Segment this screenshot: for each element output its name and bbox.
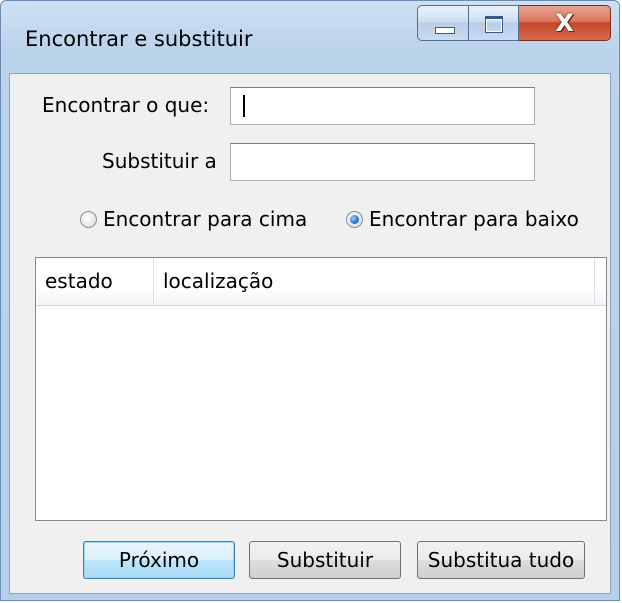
find-down-radio[interactable]: Encontrar para baixo (346, 207, 579, 231)
text-caret (243, 95, 245, 117)
maximize-icon (485, 16, 503, 33)
radio-checked-icon (346, 210, 363, 228)
title-bar[interactable]: Encontrar e substituir X (1, 1, 619, 73)
column-header-estado[interactable]: estado (36, 258, 154, 305)
find-input[interactable] (230, 87, 535, 125)
column-header-localizacao[interactable]: localização (154, 258, 595, 305)
results-list[interactable]: estado localização (35, 257, 607, 521)
window-title: Encontrar e substituir (25, 27, 253, 51)
find-down-label: Encontrar para baixo (369, 207, 579, 231)
dialog-body: Encontrar o que: Substituir a Encontrar … (9, 73, 611, 594)
replace-input[interactable] (230, 143, 535, 181)
next-button[interactable]: Próximo (83, 541, 235, 579)
radio-unchecked-icon (80, 210, 97, 228)
find-up-label: Encontrar para cima (103, 207, 308, 231)
close-button[interactable]: X (519, 5, 611, 41)
find-replace-window: Encontrar e substituir X Encontrar o que… (0, 0, 620, 601)
minimize-icon (435, 27, 455, 34)
find-label: Encontrar o que: (42, 93, 210, 117)
results-list-header: estado localização (36, 258, 606, 306)
maximize-button[interactable] (469, 5, 519, 41)
replace-label: Substituir a (102, 149, 217, 173)
minimize-button[interactable] (417, 5, 469, 41)
replace-button[interactable]: Substituir (249, 541, 401, 579)
close-icon: X (555, 9, 574, 37)
replace-all-button[interactable]: Substitua tudo (417, 541, 585, 579)
caption-buttons: X (417, 5, 611, 41)
find-up-radio[interactable]: Encontrar para cima (80, 207, 307, 231)
